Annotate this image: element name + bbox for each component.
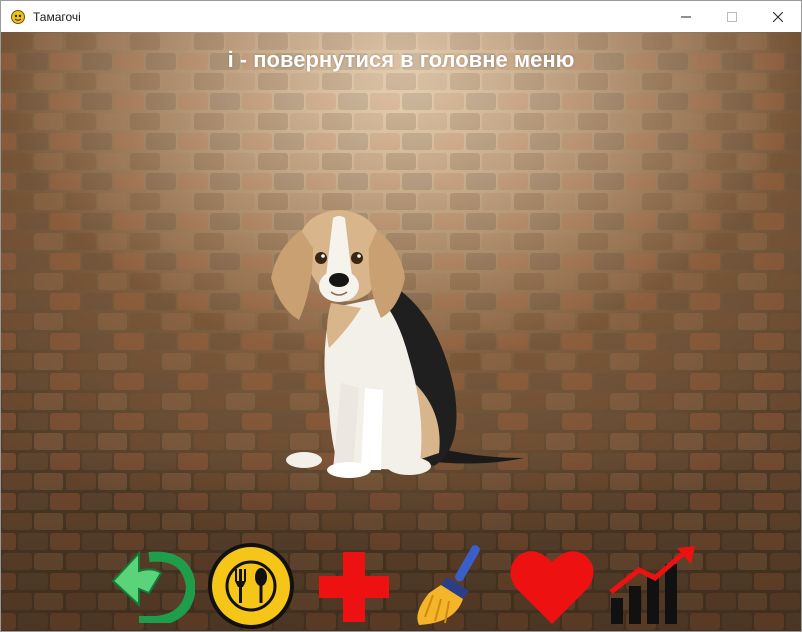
heal-button[interactable] — [319, 552, 389, 622]
dog-paw-left — [286, 452, 322, 468]
back-button[interactable] — [109, 547, 195, 623]
dog-eye-left — [315, 252, 327, 264]
feed-button[interactable] — [206, 541, 296, 631]
app-window: Тамагочі і - повернутися в головне меню — [0, 0, 802, 632]
title-bar[interactable]: Тамагочі — [1, 1, 801, 32]
maximize-button[interactable] — [709, 1, 755, 32]
app-icon — [11, 9, 25, 24]
dog-eye-right — [351, 252, 363, 264]
window-title: Тамагочі — [33, 9, 81, 24]
close-icon — [773, 11, 783, 22]
dog-nose — [329, 273, 349, 287]
stats-button[interactable] — [609, 546, 697, 626]
close-button[interactable] — [755, 1, 801, 32]
beagle-pet[interactable] — [269, 208, 529, 480]
maximize-icon — [727, 11, 737, 22]
minimize-icon — [681, 16, 691, 17]
heart-icon — [510, 551, 594, 624]
game-scene: і - повернутися в головне меню — [1, 32, 801, 631]
dog-ear-left — [271, 230, 313, 320]
minimize-button[interactable] — [663, 1, 709, 32]
main-menu-hint: і - повернутися в головне меню — [227, 47, 575, 72]
red-cross-icon — [319, 552, 389, 622]
dog-paw-back — [387, 457, 431, 475]
care-toolbar — [1, 539, 801, 631]
broom-icon — [417, 545, 480, 625]
dog-paw-front — [327, 462, 371, 478]
growth-chart-icon — [609, 546, 695, 624]
love-button[interactable] — [510, 548, 594, 624]
clean-button[interactable] — [411, 543, 491, 627]
